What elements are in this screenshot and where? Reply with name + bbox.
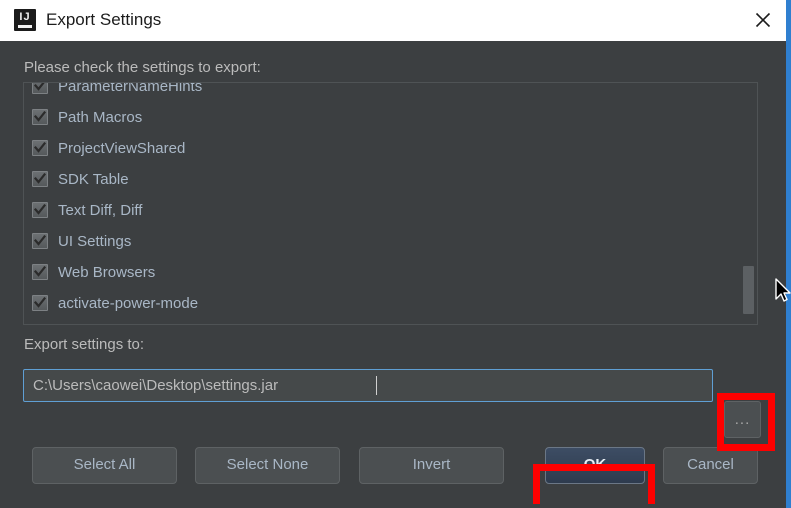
check-icon — [34, 266, 46, 278]
list-item-label: ProjectViewShared — [58, 138, 185, 160]
list-item-label: activate-power-mode — [58, 293, 198, 315]
list-item-label: Text Diff, Diff — [58, 200, 142, 222]
list-item-label: SDK Table — [58, 169, 129, 191]
list-item[interactable]: Path Macros — [24, 103, 744, 134]
check-icon — [34, 297, 46, 309]
dialog-bottom-edge — [0, 504, 786, 508]
check-icon — [34, 204, 46, 216]
select-none-button[interactable]: Select None — [195, 447, 340, 484]
export-path-input[interactable]: C:\Users\caowei\Desktop\settings.jar — [23, 369, 713, 402]
list-item[interactable]: Web Browsers — [24, 258, 744, 289]
checkbox-checked[interactable] — [32, 109, 48, 125]
window-accent-border — [786, 0, 791, 508]
export-path-value: C:\Users\caowei\Desktop\settings.jar — [33, 376, 278, 396]
checkbox-checked[interactable] — [32, 233, 48, 249]
export-settings-dialog: IJ Export Settings Please check the sett… — [0, 0, 791, 508]
list-scrollbar[interactable] — [743, 84, 756, 325]
settings-list-panel: ParameterNameHints Path Macros — [23, 82, 758, 325]
list-item[interactable]: activate-power-mode — [24, 289, 744, 320]
browse-button[interactable]: ... — [724, 401, 761, 438]
check-icon — [34, 235, 46, 247]
cancel-button[interactable]: Cancel — [663, 447, 758, 484]
export-path-label: Export settings to: — [24, 336, 144, 353]
checkbox-checked[interactable] — [32, 295, 48, 311]
check-icon — [34, 173, 46, 185]
list-item-label: ParameterNameHints — [58, 83, 202, 98]
checkbox-checked[interactable] — [32, 83, 48, 94]
intellij-idea-icon: IJ — [14, 9, 36, 31]
invert-button[interactable]: Invert — [359, 447, 504, 484]
scrollbar-thumb[interactable] — [743, 266, 754, 314]
instruction-label: Please check the settings to export: — [24, 59, 261, 76]
list-item[interactable]: SDK Table — [24, 165, 744, 196]
list-item[interactable]: UI Settings — [24, 227, 744, 258]
list-item-label: UI Settings — [58, 231, 131, 253]
checkbox-checked[interactable] — [32, 202, 48, 218]
settings-list: ParameterNameHints Path Macros — [24, 83, 744, 320]
close-icon[interactable] — [740, 0, 786, 40]
window-title: Export Settings — [46, 8, 161, 32]
ok-button[interactable]: OK — [545, 447, 645, 484]
list-item[interactable]: ProjectViewShared — [24, 134, 744, 165]
list-item[interactable]: ParameterNameHints — [24, 83, 744, 103]
settings-list-viewport[interactable]: ParameterNameHints Path Macros — [24, 83, 744, 324]
title-bar: IJ Export Settings — [0, 0, 786, 42]
text-caret — [376, 376, 377, 395]
check-icon — [34, 83, 46, 92]
checkbox-checked[interactable] — [32, 171, 48, 187]
app-icon-bar — [18, 25, 32, 28]
list-item-label: Path Macros — [58, 107, 142, 129]
close-icon-glyph — [755, 12, 771, 28]
checkbox-checked[interactable] — [32, 264, 48, 280]
browse-button-label: ... — [725, 407, 760, 433]
check-icon — [34, 111, 46, 123]
check-icon — [34, 142, 46, 154]
list-item-label: Web Browsers — [58, 262, 155, 284]
select-all-button[interactable]: Select All — [32, 447, 177, 484]
checkbox-checked[interactable] — [32, 140, 48, 156]
app-icon-letters: IJ — [14, 11, 36, 23]
list-item[interactable]: Text Diff, Diff — [24, 196, 744, 227]
dialog-body: Please check the settings to export: Par… — [0, 41, 786, 504]
